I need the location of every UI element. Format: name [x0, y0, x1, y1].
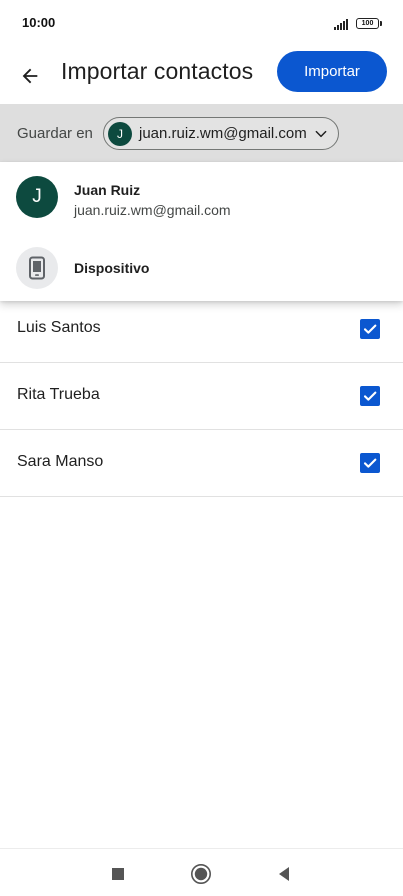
back-triangle-icon — [279, 867, 289, 881]
save-in-label: Guardar en — [17, 125, 93, 142]
account-email: juan.ruiz.wm@gmail.com — [139, 125, 307, 142]
status-bar: 10:00 100 — [0, 0, 403, 48]
check-icon — [363, 324, 377, 334]
contact-checkbox[interactable] — [360, 319, 380, 339]
check-icon — [363, 391, 377, 401]
app-bar: Importar contactos Importar — [0, 48, 403, 104]
account-avatar: J — [16, 176, 58, 218]
arrow-back-icon — [22, 68, 38, 84]
account-selector-chip[interactable]: J juan.ruiz.wm@gmail.com — [103, 117, 339, 150]
check-icon — [363, 458, 377, 468]
account-avatar: J — [108, 122, 132, 146]
back-button[interactable] — [10, 56, 50, 96]
system-nav-bar — [0, 848, 403, 896]
device-label: Dispositivo — [74, 260, 150, 276]
chevron-down-icon — [315, 130, 327, 138]
status-time: 10:00 — [22, 15, 56, 30]
contact-name: Sara Manso — [17, 453, 104, 470]
contact-row[interactable]: Luis Santos — [0, 296, 403, 363]
menu-item-device[interactable]: Dispositivo — [0, 234, 403, 300]
save-in-bar: Guardar en J juan.ruiz.wm@gmail.com — [0, 104, 403, 162]
contact-checkbox[interactable] — [360, 386, 380, 406]
contact-checkbox[interactable] — [360, 453, 380, 473]
account-dropdown-menu: J Juan Ruiz juan.ruiz.wm@gmail.com Dispo… — [0, 162, 403, 301]
home-circle-icon — [191, 864, 211, 884]
menu-item-google-account[interactable]: J Juan Ruiz juan.ruiz.wm@gmail.com — [0, 164, 403, 230]
phone-device-icon — [29, 256, 45, 280]
device-avatar — [16, 247, 58, 289]
recents-square-icon — [112, 868, 124, 880]
account-name: Juan Ruiz — [74, 182, 141, 198]
back-nav-button[interactable] — [271, 861, 297, 887]
home-button[interactable] — [188, 861, 214, 887]
contact-row[interactable]: Sara Manso — [0, 430, 403, 497]
signal-icon — [334, 19, 352, 30]
battery-level: 100 — [361, 20, 374, 27]
import-button[interactable]: Importar — [277, 51, 387, 92]
battery-tip — [380, 21, 382, 26]
recents-button[interactable] — [105, 861, 131, 887]
page-title: Importar contactos — [61, 58, 254, 84]
contact-name: Luis Santos — [17, 319, 101, 336]
battery-icon: 100 — [356, 18, 379, 29]
contact-row[interactable]: Rita Trueba — [0, 363, 403, 430]
account-email: juan.ruiz.wm@gmail.com — [74, 202, 231, 218]
contact-name: Rita Trueba — [17, 386, 100, 403]
